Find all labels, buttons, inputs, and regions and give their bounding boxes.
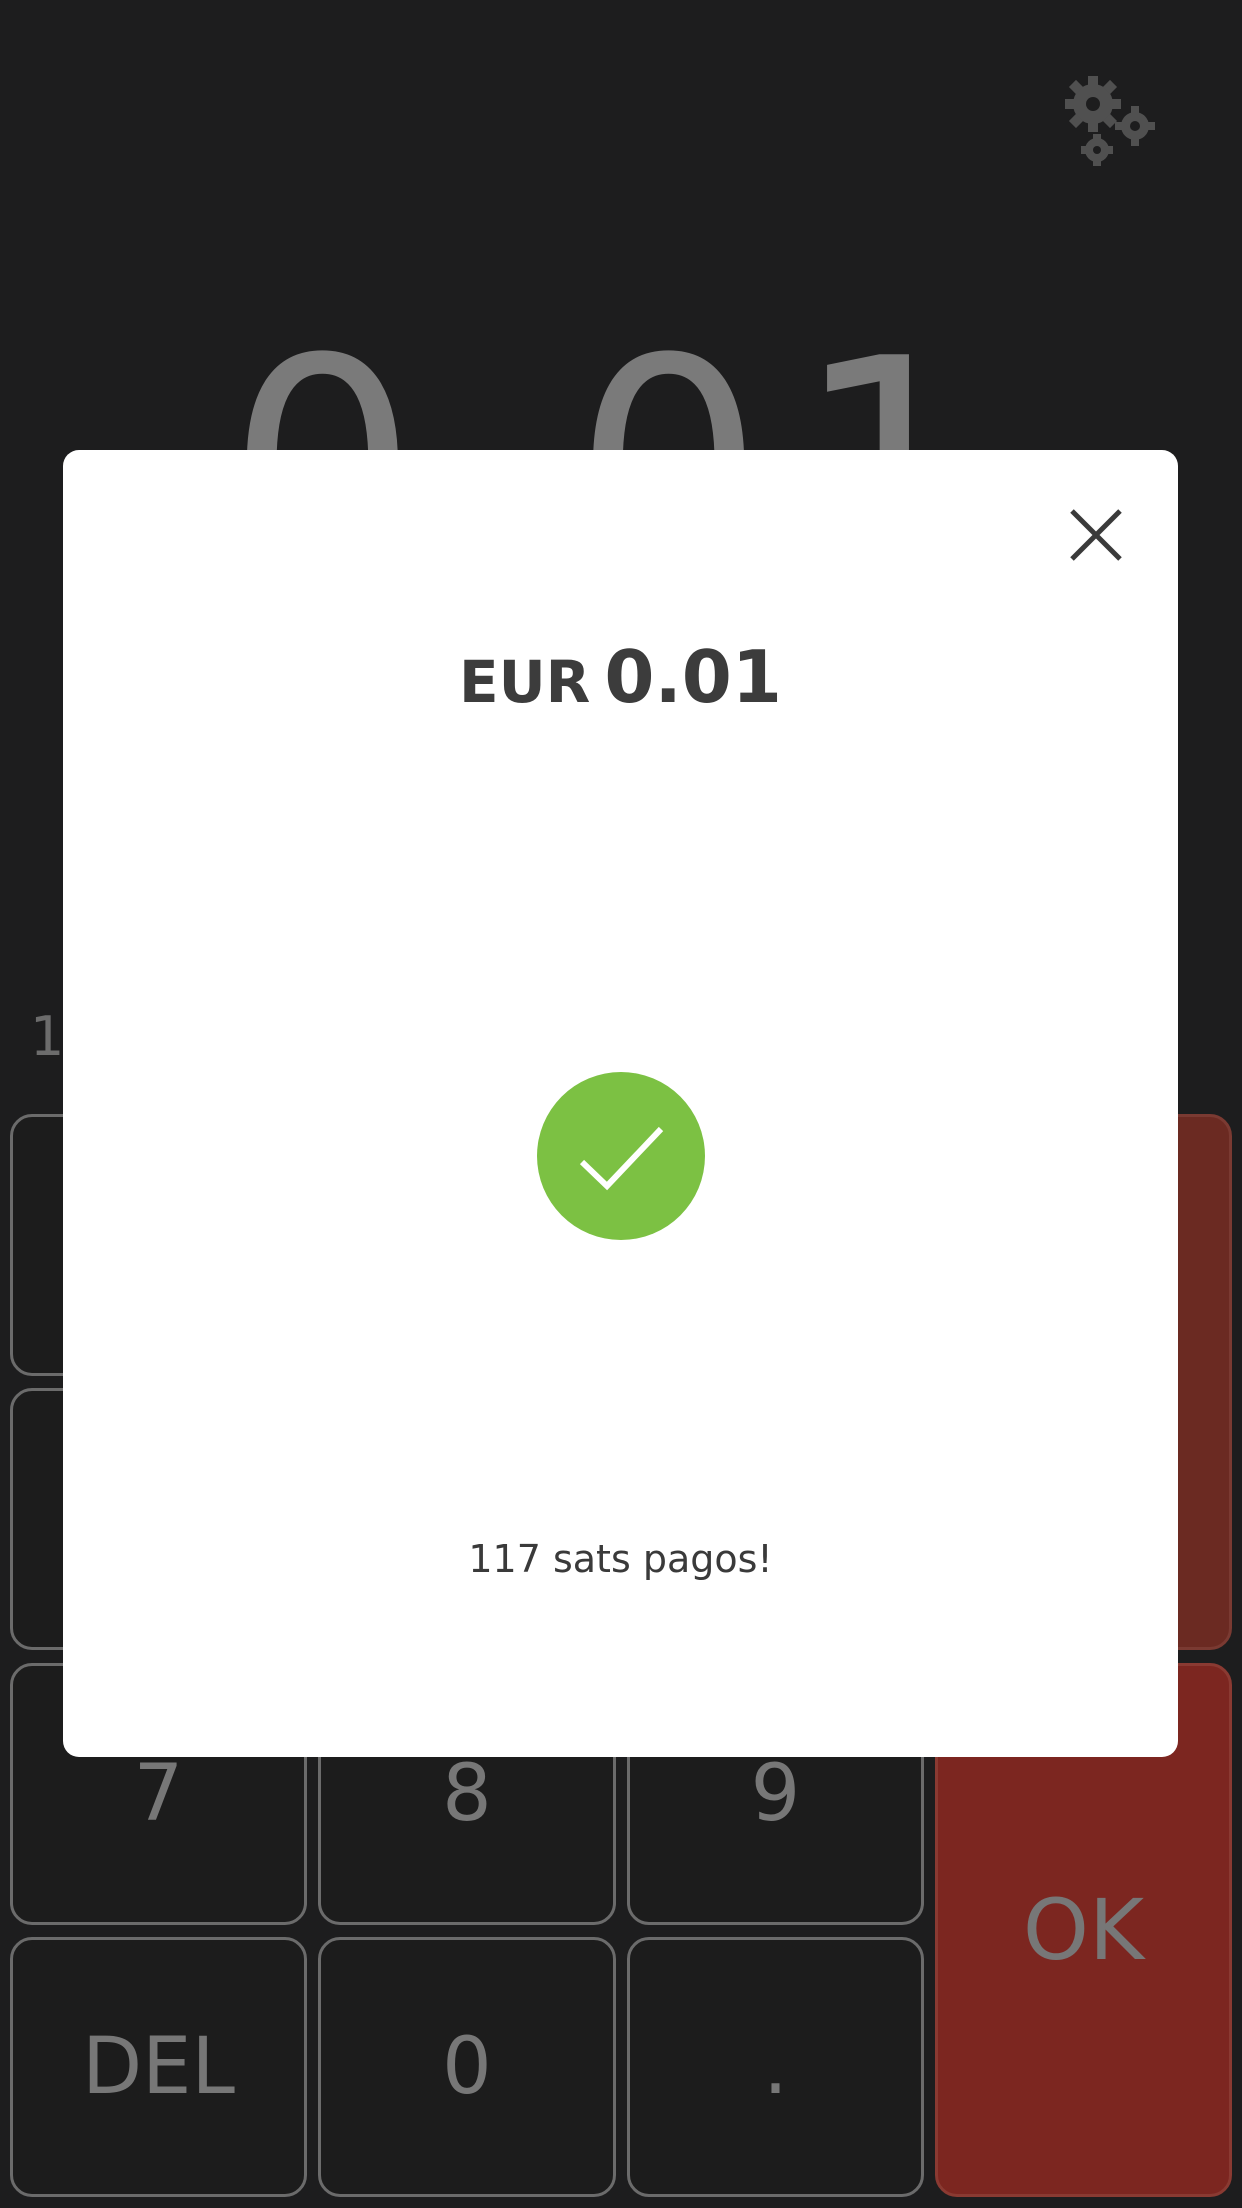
paid-amount: EUR 0.01 bbox=[63, 635, 1178, 719]
modal-overlay: EUR 0.01 117 sats pagos! bbox=[0, 0, 1242, 2208]
payment-status-message: 117 sats pagos! bbox=[468, 1537, 773, 1581]
close-icon[interactable] bbox=[1066, 505, 1126, 565]
currency-code: EUR bbox=[458, 648, 591, 716]
checkmark-icon bbox=[537, 1072, 705, 1240]
payment-success-modal: EUR 0.01 117 sats pagos! bbox=[63, 450, 1178, 1757]
amount-value: 0.01 bbox=[604, 635, 783, 719]
